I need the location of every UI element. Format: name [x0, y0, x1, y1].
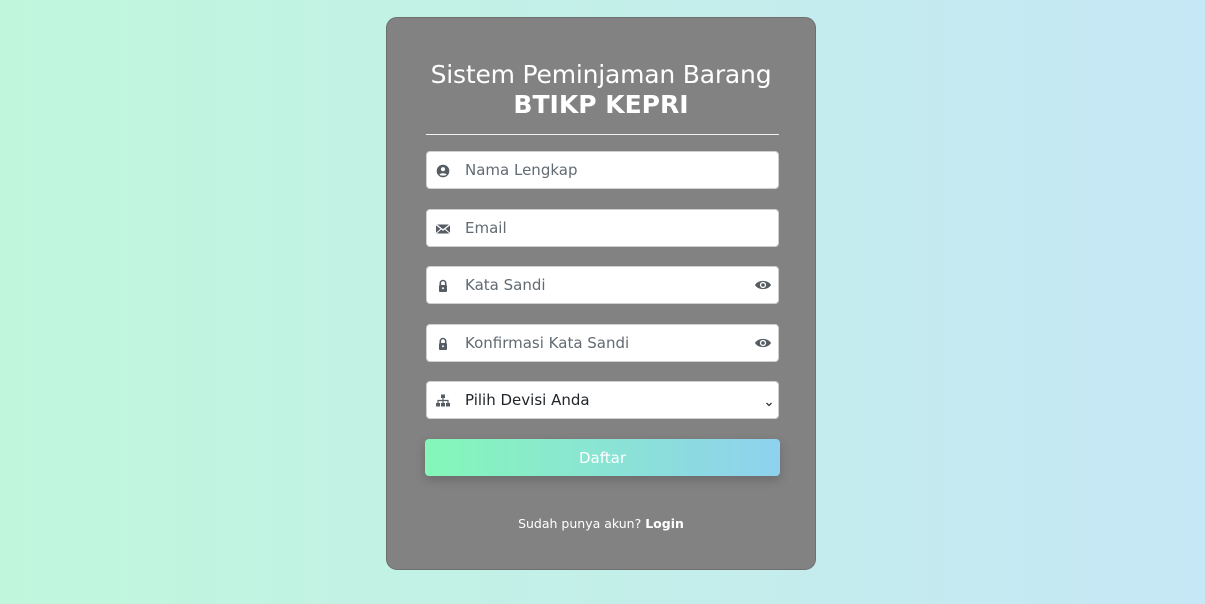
- sitemap-icon: [435, 393, 451, 409]
- lock-icon: [435, 278, 451, 294]
- user-circle-icon: [435, 163, 451, 179]
- lock-icon: [435, 336, 451, 352]
- division-select-value[interactable]: Pilih Devisi Anda: [465, 382, 755, 418]
- register-card: Sistem Peminjaman Barang BTIKP KEPRI Nam…: [386, 17, 816, 570]
- login-link[interactable]: Login: [645, 516, 684, 531]
- password-field: [426, 266, 779, 304]
- page-title: Sistem Peminjaman Barang BTIKP KEPRI: [387, 60, 815, 120]
- name-field: [426, 151, 779, 189]
- title-line-2: BTIKP KEPRI: [513, 90, 689, 119]
- title-divider: [426, 134, 779, 135]
- login-prompt: Sudah punya akun? Login: [387, 516, 815, 531]
- confirm-password-input[interactable]: [465, 325, 745, 361]
- register-button[interactable]: Daftar: [425, 439, 780, 476]
- eye-icon[interactable]: [754, 277, 772, 293]
- eye-icon[interactable]: [754, 335, 772, 351]
- chevron-down-icon: [764, 394, 774, 407]
- division-select[interactable]: Pilih Devisi Anda: [426, 381, 779, 419]
- email-field: [426, 209, 779, 247]
- login-prompt-text: Sudah punya akun?: [518, 516, 642, 531]
- envelope-icon: [435, 221, 451, 237]
- confirm-password-field: [426, 324, 779, 362]
- title-line-1: Sistem Peminjaman Barang: [430, 60, 772, 89]
- password-input[interactable]: [465, 267, 745, 303]
- email-input[interactable]: [465, 210, 745, 246]
- name-input[interactable]: [465, 152, 745, 188]
